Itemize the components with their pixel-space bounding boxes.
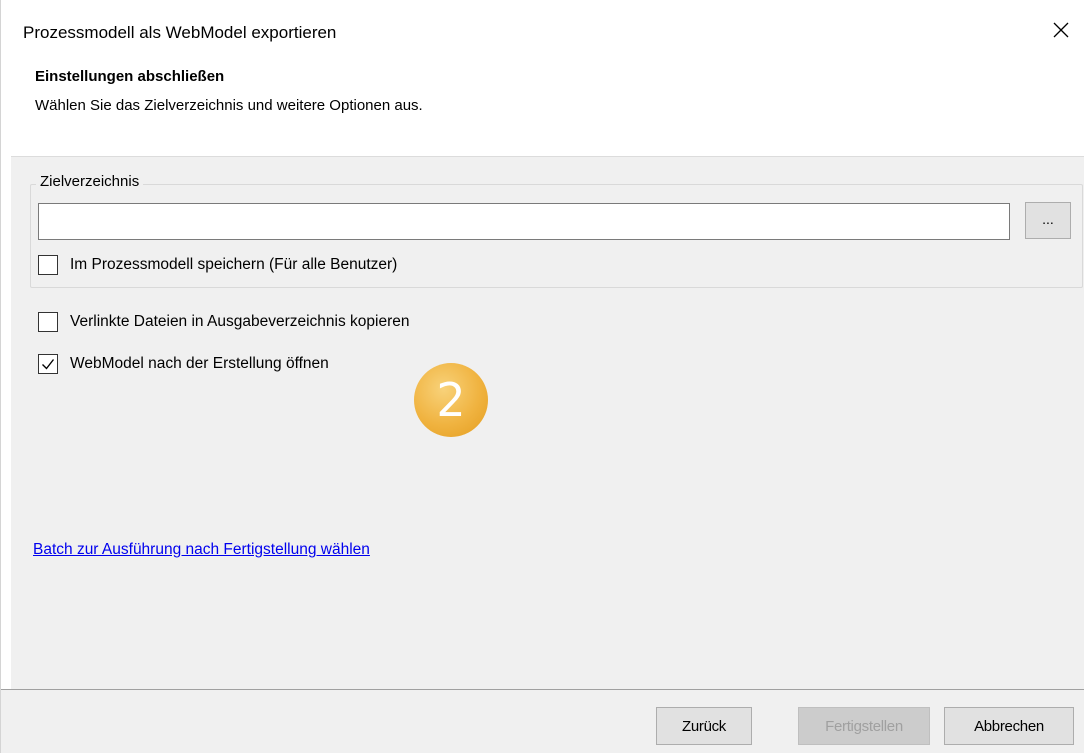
- export-dialog: Prozessmodell als WebModel exportieren E…: [0, 0, 1084, 753]
- back-button[interactable]: Zurück: [656, 707, 752, 745]
- copy-linked-files-label: Verlinkte Dateien in Ausgabeverzeichnis …: [70, 313, 410, 330]
- open-after-label: WebModel nach der Erstellung öffnen: [70, 355, 329, 372]
- open-after-checkbox[interactable]: [38, 354, 58, 374]
- copy-linked-files-checkbox[interactable]: [38, 312, 58, 332]
- header-subtitle: Wählen Sie das Zielverzeichnis und weite…: [35, 97, 423, 114]
- save-in-model-label: Im Prozessmodell speichern (Für alle Ben…: [70, 256, 398, 273]
- save-in-model-checkbox-row[interactable]: Im Prozessmodell speichern (Für alle Ben…: [38, 255, 397, 275]
- finish-button[interactable]: Fertigstellen: [798, 707, 930, 745]
- target-directory-input[interactable]: [38, 203, 1010, 240]
- close-button[interactable]: [1043, 12, 1079, 48]
- copy-linked-files-checkbox-row[interactable]: Verlinkte Dateien in Ausgabeverzeichnis …: [38, 312, 410, 332]
- open-after-checkbox-row[interactable]: WebModel nach der Erstellung öffnen: [38, 354, 329, 374]
- step-number-badge: 2: [414, 363, 488, 437]
- wizard-header: Einstellungen abschließen Wählen Sie das…: [1, 60, 1084, 156]
- content-panel: Zielverzeichnis ... Im Prozessmodell spe…: [11, 156, 1084, 689]
- checkmark-icon: [42, 359, 55, 370]
- window-title: Prozessmodell als WebModel exportieren: [23, 23, 337, 42]
- batch-link[interactable]: Batch zur Ausführung nach Fertigstellung…: [33, 541, 370, 559]
- button-bar: Zurück Fertigstellen Abbrechen: [1, 689, 1084, 753]
- title-bar: Prozessmodell als WebModel exportieren: [1, 0, 1084, 60]
- save-in-model-checkbox[interactable]: [38, 255, 58, 275]
- cancel-button[interactable]: Abbrechen: [944, 707, 1074, 745]
- group-legend: Zielverzeichnis: [36, 173, 144, 190]
- close-icon: [1053, 22, 1069, 38]
- browse-button[interactable]: ...: [1025, 202, 1071, 239]
- header-title: Einstellungen abschließen: [35, 68, 225, 85]
